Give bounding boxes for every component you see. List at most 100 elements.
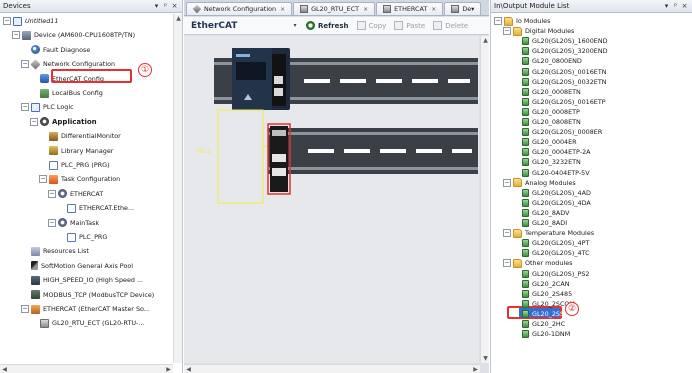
tree-item-task-configuration[interactable]: − Task Configuration xyxy=(39,173,120,185)
scroll-up-icon[interactable]: ▲ xyxy=(174,14,182,23)
pane-pin-icon[interactable]: ᵖ xyxy=(161,2,170,10)
tree-item-differentialmonitor[interactable]: DifferentialMonitor xyxy=(39,130,121,142)
module-list-pane: In\Output Module List ▾ ᵖ × − Io Modules −… xyxy=(490,0,692,373)
plc-icon xyxy=(31,102,40,112)
collapse-toggle-icon[interactable]: − xyxy=(21,103,29,112)
tree-item-label: Analog Modules xyxy=(525,178,576,187)
paste-button[interactable]: Paste xyxy=(394,21,425,30)
tree-item-label: ETHERCAT (EtherCAT Master So... xyxy=(43,305,150,313)
collapse-toggle-icon[interactable]: − xyxy=(39,175,47,184)
scroll-left-icon[interactable]: ◀ xyxy=(184,365,193,373)
tree-item-maintask[interactable]: − MainTask xyxy=(48,217,99,229)
tab-ethercat[interactable]: ETHERCAT × xyxy=(376,2,444,15)
collapse-toggle-icon[interactable]: − xyxy=(503,259,511,268)
scroll-right-icon[interactable]: ▶ xyxy=(471,365,480,373)
tree-item-label: Fault Diagnose xyxy=(43,45,91,54)
scroll-left-icon[interactable]: ◀ xyxy=(0,365,9,373)
ethercat-canvas[interactable]: No.1 xyxy=(184,36,479,363)
chevron-down-icon[interactable]: ▾ xyxy=(284,22,306,29)
scroll-up-icon[interactable]: ▲ xyxy=(481,36,489,45)
collapse-toggle-icon[interactable]: − xyxy=(503,229,511,238)
tree-item-ethercat[interactable]: − ETHERCAT xyxy=(48,188,103,200)
module-icon xyxy=(522,279,529,288)
tab-network-configuration[interactable]: Network Configuration × xyxy=(186,2,293,15)
close-icon[interactable]: × xyxy=(431,6,436,13)
collapse-toggle-icon[interactable]: − xyxy=(48,189,56,198)
device-icon xyxy=(383,5,392,13)
tree-item-label: GL20(GL20S)_4AD xyxy=(532,188,591,197)
refresh-label: Refresh xyxy=(318,21,349,30)
collapse-toggle-icon[interactable]: − xyxy=(12,31,20,40)
tree-item-label: GL20(GL20S)_3200END xyxy=(532,47,608,56)
collapse-toggle-icon[interactable]: − xyxy=(3,17,11,25)
tree-item-untitled11[interactable]: − Untitled11 xyxy=(3,15,58,27)
close-icon[interactable]: × xyxy=(363,6,368,13)
editor-vertical-scrollbar[interactable]: ▲ ▼ xyxy=(480,36,489,363)
collapse-toggle-icon[interactable]: − xyxy=(494,17,502,25)
tree-item-label: Digital Modules xyxy=(525,27,575,36)
devices-pane-title: Devices xyxy=(3,2,31,10)
rtu-icon xyxy=(40,318,49,328)
tree-item-application[interactable]: − Application xyxy=(30,116,97,128)
pane-close-icon[interactable]: × xyxy=(170,2,179,10)
topology-drawing xyxy=(214,48,478,204)
hs-icon xyxy=(31,275,40,285)
tree-item-library-manager[interactable]: Library Manager xyxy=(39,145,113,157)
prg-icon xyxy=(67,232,76,242)
delete-button[interactable]: Delete xyxy=(433,21,468,30)
tree-item-softmotion-general-axis-pool[interactable]: SoftMotion General Axis Pool xyxy=(21,260,133,272)
slot-outline xyxy=(217,109,264,204)
tree-item-device-am600-cpu1608tp-tn[interactable]: − Device (AM600-CPU1608TP/TN) xyxy=(12,29,135,41)
collapse-toggle-icon[interactable]: − xyxy=(21,305,29,313)
tree-item-gl20-1dnm[interactable]: GL20-1DNM xyxy=(512,328,570,340)
tree-item-fault-diagnose[interactable]: Fault Diagnose xyxy=(21,44,90,56)
tree-item-plc-prg-prg[interactable]: PLC_PRG (PRG) xyxy=(39,159,110,171)
collapse-toggle-icon[interactable]: − xyxy=(21,60,29,69)
tree-item-label: GL20_0800END xyxy=(532,57,582,66)
tab-gl20-rtu-ect[interactable]: GL20_RTU_ECT × xyxy=(293,2,376,15)
tree-item-plc-prg[interactable]: PLC_PRG xyxy=(57,231,107,243)
module-icon xyxy=(522,47,529,56)
rtu-module[interactable] xyxy=(267,123,291,195)
pane-dropdown-icon[interactable]: ▾ xyxy=(662,2,671,10)
delete-icon xyxy=(433,21,443,30)
devices-vertical-scrollbar[interactable]: ▲ xyxy=(173,14,182,363)
tab-overflow[interactable]: De▾ xyxy=(444,2,482,15)
tree-item-gl20-rtu-ect-gl20-rtu[interactable]: GL20_RTU_ECT (GL20-RTU-... xyxy=(30,317,144,329)
tree-item-plc-logic[interactable]: − PLC Logic xyxy=(21,101,74,113)
tree-item-label: GL20(GL20S)_4PT xyxy=(532,239,590,248)
tree-item-localbus-config[interactable]: LocalBus Config xyxy=(30,87,103,99)
collapse-toggle-icon[interactable]: − xyxy=(48,218,56,227)
tree-item-label: HIGH_SPEED_IO (High Speed ... xyxy=(43,276,144,285)
copy-button[interactable]: Copy xyxy=(356,21,386,30)
collapse-toggle-icon[interactable]: − xyxy=(503,178,511,187)
refresh-button[interactable]: Refresh xyxy=(306,21,349,30)
close-icon[interactable]: × xyxy=(280,6,285,13)
tree-item-label: Untitled11 xyxy=(25,17,59,25)
tree-item-high-speed-io-high-speed[interactable]: HIGH_SPEED_IO (High Speed ... xyxy=(21,274,143,286)
editor-horizontal-scrollbar[interactable]: ◀ ▶ xyxy=(184,364,480,373)
tree-item-label: Temperature Modules xyxy=(525,229,595,238)
tree-item-modbus-tcp-modbustcp-device[interactable]: MODBUS_TCP (ModbusTCP Device) xyxy=(21,289,154,301)
pane-dropdown-icon[interactable]: ▾ xyxy=(152,2,161,10)
lib-icon xyxy=(49,146,58,156)
tree-item-label: GL20(GL20S)_4DA xyxy=(532,198,591,207)
tree-item-label: GL20_2S485 xyxy=(532,289,573,298)
devices-horizontal-scrollbar[interactable]: ◀ ▶ xyxy=(0,364,173,373)
cpu-module[interactable] xyxy=(232,48,290,110)
tree-item-ethercat-ethe[interactable]: ETHERCAT.Ethe... xyxy=(57,202,134,214)
module-icon xyxy=(522,138,529,147)
tree-item-label: GL20_RTU_ECT (GL20-RTU-... xyxy=(52,319,145,328)
module-icon xyxy=(522,299,529,308)
scroll-down-icon[interactable]: ▼ xyxy=(481,354,489,363)
pane-pin-icon[interactable]: ᵖ xyxy=(671,2,680,10)
collapse-toggle-icon[interactable]: − xyxy=(30,117,38,126)
tree-item-label: GL20_2CAN xyxy=(532,279,570,288)
module-list-header: In\Output Module List ▾ ᵖ × xyxy=(491,0,692,13)
tree-item-ethercat-ethercat-master-so[interactable]: − ETHERCAT (EtherCAT Master So... xyxy=(21,303,150,315)
scroll-right-icon[interactable]: ▶ xyxy=(164,365,173,373)
collapse-toggle-icon[interactable]: − xyxy=(503,27,511,36)
tree-item-resources-list[interactable]: Resources List xyxy=(21,245,89,257)
tree-item-label: PLC_PRG (PRG) xyxy=(61,161,110,169)
pane-close-icon[interactable]: × xyxy=(680,2,689,10)
